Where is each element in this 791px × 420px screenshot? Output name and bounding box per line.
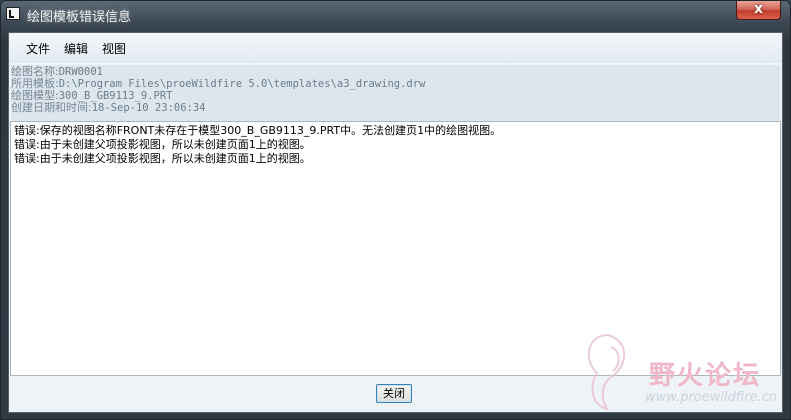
info-row-created: 创建日期和时间:18-Sep-10 23:06:34 [11,102,780,114]
drawing-info-panel: 绘图名称:DRW0001 所用模板:D:\Program Files\proeW… [11,65,780,121]
menu-file[interactable]: 文件 [26,40,50,57]
error-line: 错误:由于未创建父项投影视图，所以未创建页面1上的视图。 [14,138,311,151]
close-icon: x [753,1,764,17]
title-bar[interactable]: 绘图模板错误信息 x [1,1,790,31]
info-label: 创建日期和时间: [11,101,92,114]
info-value: D:\Program Files\proeWildfire 5.0\templa… [58,78,426,90]
info-value: DRW0001 [58,66,103,78]
info-row-template: 所用模板:D:\Program Files\proeWildfire 5.0\t… [11,78,780,90]
error-line: 错误:由于未创建父项投影视图，所以未创建页面1上的视图。 [14,152,311,165]
info-row-model: 绘图模型:300_B_GB9113_9.PRT [11,90,780,102]
watermark-text: 野火论坛 [649,361,762,391]
menu-edit[interactable]: 编辑 [64,40,88,57]
info-value: 18-Sep-10 23:06:34 [91,102,206,114]
watermark-logo [587,333,626,411]
close-button[interactable]: 关闭 [376,384,412,403]
dialog-window: 绘图模板错误信息 x 文件 编辑 视图 绘图名称:DRW0001 所用模板:D:… [0,0,791,420]
app-icon [6,7,20,20]
menu-view[interactable]: 视图 [102,40,126,57]
menu-bar: 文件 编辑 视图 [9,33,782,62]
watermark-url: www.proewildfire.cn [645,390,778,405]
window-title: 绘图模板错误信息 [27,10,132,25]
error-line: 错误:保存的视图名称FRONT未存在于模型300_B_GB9113_9.PRT中… [14,124,502,137]
error-log[interactable]: 错误:保存的视图名称FRONT未存在于模型300_B_GB9113_9.PRT中… [10,121,781,376]
info-row-drawing-name: 绘图名称:DRW0001 [11,66,780,78]
close-window-button[interactable]: x [736,1,781,20]
